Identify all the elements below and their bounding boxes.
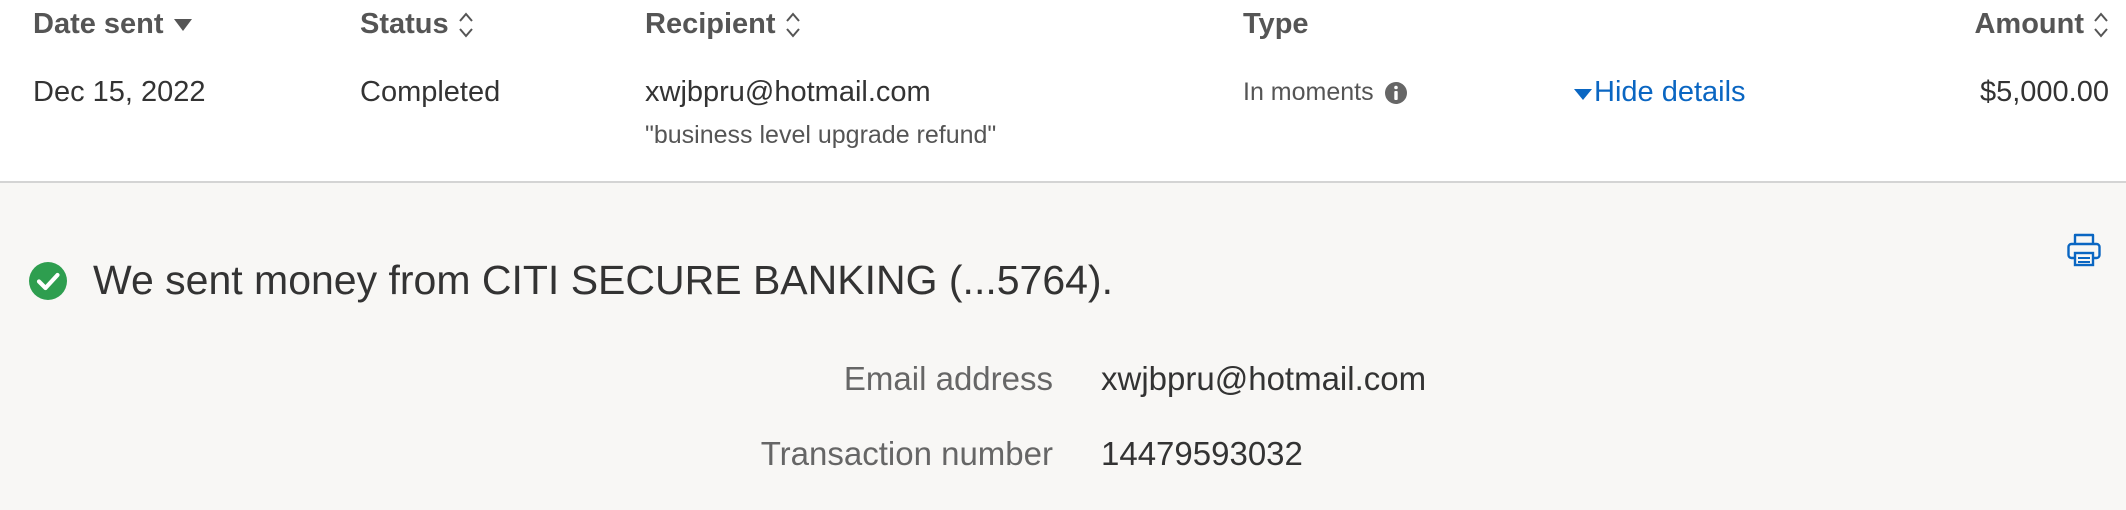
sort-updown-icon bbox=[458, 11, 474, 39]
column-header-amount-label: Amount bbox=[1974, 8, 2084, 40]
column-header-type-label: Type bbox=[1243, 8, 1309, 40]
row-type: In moments bbox=[1243, 78, 1408, 107]
row-recipient: xwjbpru@hotmail.com bbox=[645, 76, 931, 108]
hide-details-label: Hide details bbox=[1594, 76, 1746, 108]
email-address-value: xwjbpru@hotmail.com bbox=[1101, 360, 1427, 397]
column-header-status-label: Status bbox=[360, 8, 449, 40]
transaction-number-label: Transaction number bbox=[760, 435, 1053, 472]
column-header-status[interactable]: Status bbox=[360, 8, 474, 41]
caret-down-icon bbox=[1574, 88, 1592, 100]
row-date: Dec 15, 2022 bbox=[33, 76, 206, 108]
info-icon[interactable] bbox=[1384, 81, 1408, 105]
column-header-recipient[interactable]: Recipient bbox=[645, 8, 801, 41]
transaction-number-value: 14479593032 bbox=[1101, 435, 1303, 472]
row-type-label: In moments bbox=[1243, 78, 1374, 106]
column-header-type: Type bbox=[1243, 8, 1309, 41]
row-amount: $5,000.00 bbox=[1979, 76, 2109, 108]
column-header-amount[interactable]: Amount bbox=[1974, 8, 2109, 41]
sent-confirmation-message: We sent money from CITI SECURE BANKING (… bbox=[93, 257, 1113, 303]
row-memo: "business level upgrade refund" bbox=[645, 121, 997, 149]
column-header-date-sent[interactable]: Date sent bbox=[33, 8, 193, 41]
email-address-label: Email address bbox=[843, 360, 1053, 397]
printer-icon[interactable] bbox=[2066, 232, 2102, 268]
column-header-date-sent-label: Date sent bbox=[33, 8, 164, 40]
column-header-recipient-label: Recipient bbox=[645, 8, 776, 40]
check-circle-icon bbox=[29, 262, 67, 300]
details-panel: We sent money from CITI SECURE BANKING (… bbox=[0, 183, 2126, 510]
sort-updown-icon bbox=[785, 11, 801, 39]
hide-details-link[interactable]: Hide details bbox=[1574, 76, 1746, 109]
row-status: Completed bbox=[360, 76, 501, 108]
sort-updown-icon bbox=[2093, 11, 2109, 39]
sort-down-icon bbox=[173, 18, 193, 32]
